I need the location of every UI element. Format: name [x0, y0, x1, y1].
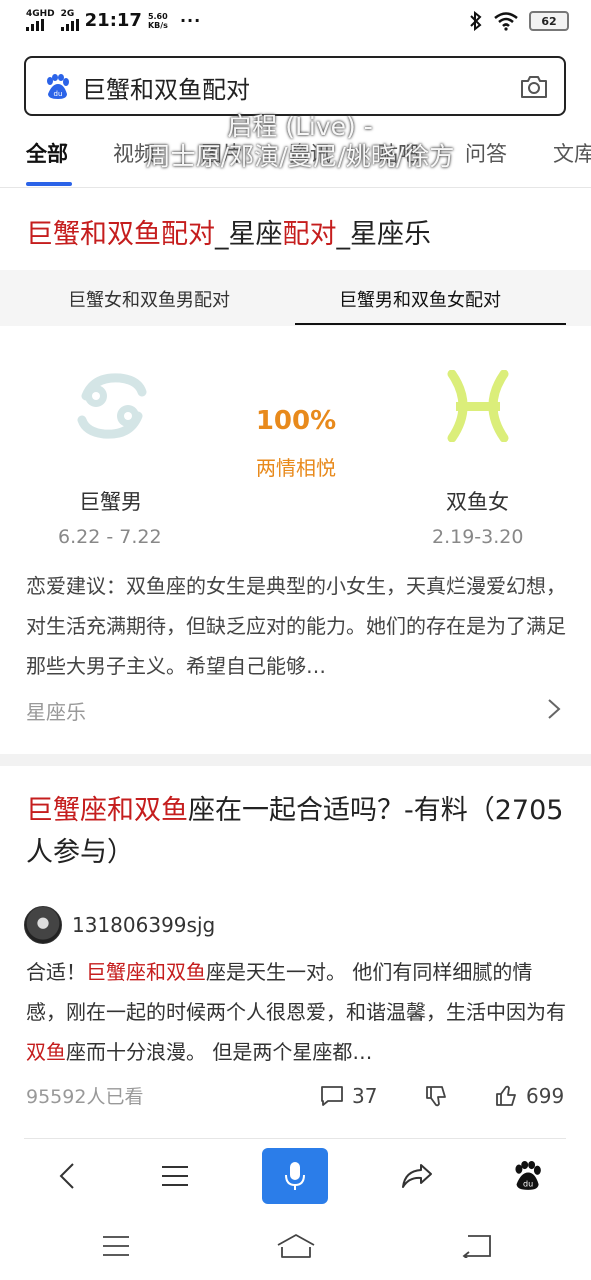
- recents-icon: [103, 1236, 129, 1256]
- author-name: 131806399sjg: [72, 913, 216, 937]
- pisces-sign-icon: [447, 370, 509, 442]
- search-box[interactable]: du: [24, 56, 566, 116]
- wifi-icon: [494, 12, 518, 31]
- status-bar: 4GHD 2G 21:17 5.60 KB/s ··· 62: [0, 0, 591, 46]
- subtab-cancer-male[interactable]: 巨蟹男和双鱼女配对: [339, 286, 501, 312]
- voice-search-button[interactable]: [262, 1148, 328, 1204]
- comment-icon: [321, 1086, 343, 1106]
- menu-icon: [162, 1166, 188, 1186]
- recent-apps-button[interactable]: [94, 1226, 138, 1266]
- comment-button[interactable]: 37: [320, 1084, 377, 1108]
- clock: 21:17: [84, 10, 142, 31]
- search-tabs: 全部 视频 图片 资讯 贴吧 问答 文库: [0, 130, 591, 188]
- result-title-2[interactable]: 巨蟹座和双鱼座在一起合适吗？-有料（2705人参与）: [26, 790, 566, 874]
- active-tab-indicator: [26, 182, 72, 186]
- back-arrow-icon: [462, 1235, 491, 1258]
- tab-video[interactable]: 视频: [113, 138, 155, 168]
- system-nav-bar: [0, 1212, 591, 1280]
- battery-icon: 62: [529, 11, 569, 31]
- pairing-subtabs: 巨蟹女和双鱼男配对 巨蟹男和双鱼女配对: [0, 270, 591, 326]
- result-title-1[interactable]: 巨蟹和双鱼配对_星座配对_星座乐: [26, 212, 431, 251]
- home-button[interactable]: [274, 1226, 318, 1266]
- section-divider: [0, 754, 591, 766]
- home-icon: [277, 1234, 315, 1258]
- system-back-button[interactable]: [454, 1226, 498, 1266]
- right-sign-name: 双鱼女: [446, 490, 509, 514]
- tab-news[interactable]: 资讯: [289, 138, 331, 168]
- network-speed: 5.60 KB/s: [147, 11, 168, 30]
- chevron-right-icon[interactable]: [547, 698, 561, 720]
- thumbs-down-icon: [426, 1086, 446, 1107]
- left-sign-dates: 6.22 - 7.22: [58, 526, 162, 548]
- active-subtab-indicator: [295, 323, 566, 325]
- right-sign-dates: 2.19-3.20: [432, 526, 524, 548]
- share-button[interactable]: [384, 1148, 450, 1204]
- tab-all[interactable]: 全部: [26, 138, 68, 168]
- thumbs-up-icon: [496, 1085, 516, 1106]
- baidu-paw-icon: du: [47, 74, 69, 99]
- dislike-button[interactable]: [424, 1084, 448, 1108]
- avatar: [24, 906, 62, 944]
- bluetooth-icon: [470, 11, 482, 31]
- signal-4g-icon: 4GHD: [26, 10, 55, 31]
- author-row[interactable]: 131806399sjg: [24, 906, 215, 944]
- tab-tieba[interactable]: 贴吧: [377, 138, 419, 168]
- match-percent: 100%: [255, 406, 337, 436]
- camera-icon[interactable]: [520, 75, 548, 99]
- tab-qa[interactable]: 问答: [465, 138, 507, 168]
- like-button[interactable]: 699: [494, 1084, 564, 1108]
- subtab-cancer-female[interactable]: 巨蟹女和双鱼男配对: [68, 286, 230, 312]
- baidu-home-button[interactable]: du: [494, 1148, 560, 1204]
- search-input[interactable]: [82, 70, 502, 104]
- result-source[interactable]: 星座乐: [26, 696, 86, 725]
- baidu-paw-icon: du: [515, 1161, 541, 1190]
- chevron-left-icon: [59, 1163, 74, 1189]
- bottom-divider: [24, 1138, 566, 1139]
- view-count: 95592人已看: [26, 1086, 144, 1108]
- svg-text:du: du: [523, 1179, 533, 1188]
- microphone-icon: [285, 1162, 305, 1190]
- back-button[interactable]: [34, 1148, 100, 1204]
- cancer-sign-icon: [77, 373, 147, 439]
- menu-button[interactable]: [142, 1148, 208, 1204]
- svg-text:du: du: [54, 90, 63, 98]
- signal-2g-icon: 2G: [60, 10, 79, 31]
- tab-images[interactable]: 图片: [201, 138, 243, 168]
- match-label: 两情相悦: [256, 456, 336, 480]
- answer-snippet[interactable]: 合适！巨蟹座和双鱼座是天生一对。 他们有同样细腻的情感，刚在一起的时候两个人很恩…: [26, 952, 566, 1072]
- love-advice: 恋爱建议：双鱼座的女生是典型的小女生，天真烂漫爱幻想，对生活充满期待，但缺乏应对…: [26, 574, 566, 678]
- left-sign-name: 巨蟹男: [79, 490, 142, 514]
- share-icon: [402, 1164, 432, 1188]
- tab-wenku[interactable]: 文库: [553, 138, 591, 168]
- more-notifications-icon: ···: [179, 11, 202, 30]
- browser-toolbar: du: [0, 1140, 591, 1212]
